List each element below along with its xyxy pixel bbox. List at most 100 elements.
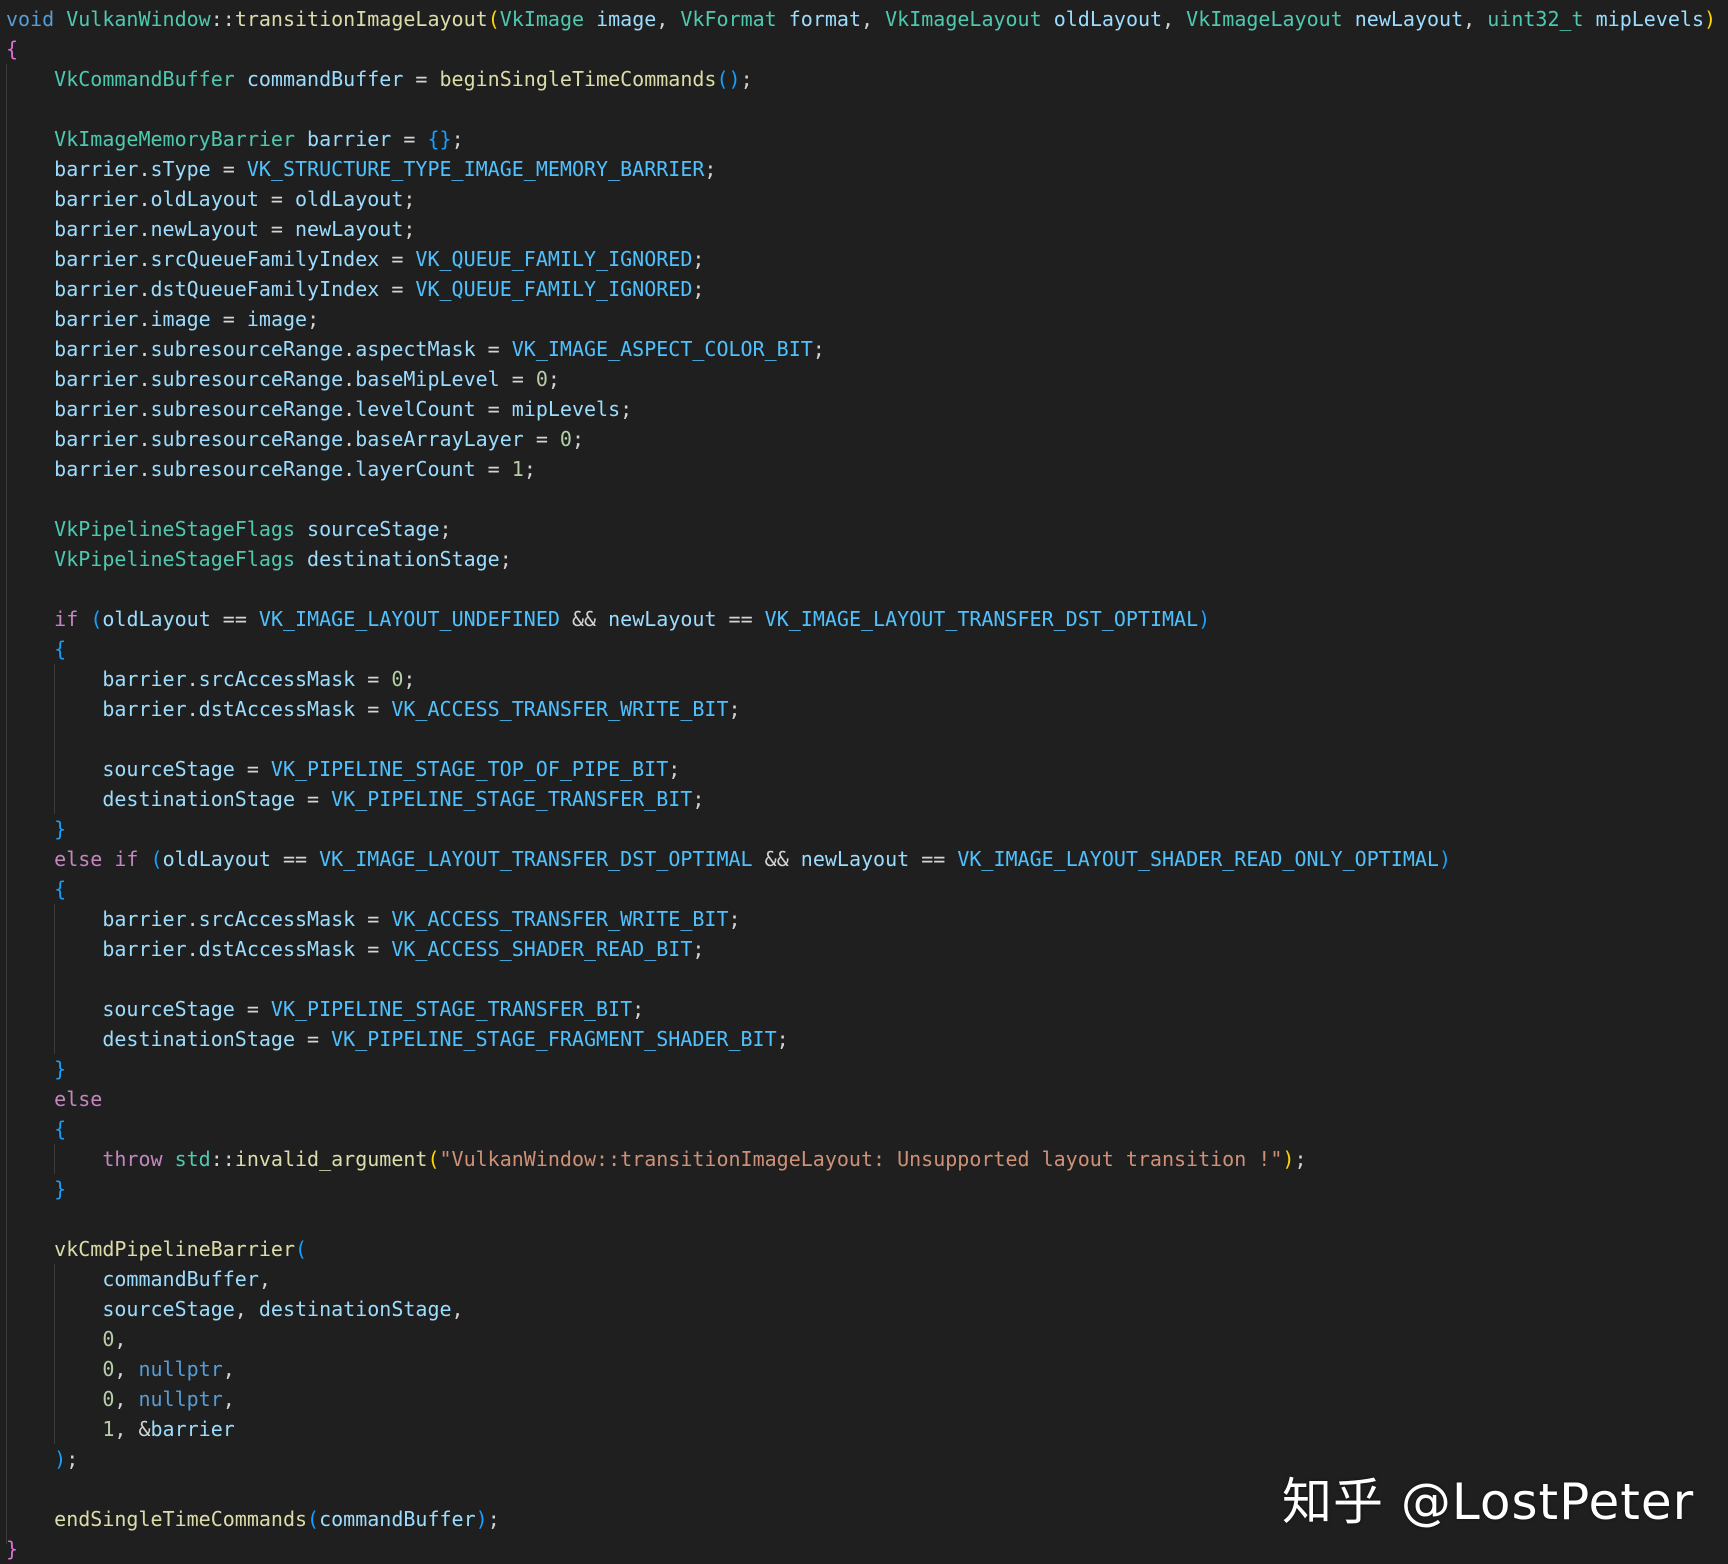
code-token: ; bbox=[548, 367, 560, 391]
code-token: ; bbox=[813, 337, 825, 361]
code-token: , bbox=[114, 1387, 138, 1411]
code-token bbox=[6, 397, 54, 421]
code-token: barrier bbox=[307, 127, 391, 151]
code-token: , bbox=[861, 7, 885, 31]
code-line: VkPipelineStageFlags destinationStage; bbox=[6, 544, 1716, 574]
code-token bbox=[6, 1297, 102, 1321]
code-line: } bbox=[6, 1174, 1716, 1204]
code-token: baseMipLevel bbox=[355, 367, 500, 391]
code-token: { bbox=[54, 637, 66, 661]
code-token: { bbox=[6, 37, 18, 61]
code-token: VK_IMAGE_LAYOUT_UNDEFINED bbox=[259, 607, 560, 631]
code-token: levelCount bbox=[355, 397, 475, 421]
code-token: , & bbox=[114, 1417, 150, 1441]
code-token: ; bbox=[692, 277, 704, 301]
code-token: ; bbox=[1294, 1147, 1306, 1171]
code-token: , bbox=[1162, 7, 1186, 31]
code-token: if bbox=[54, 607, 78, 631]
code-token bbox=[6, 1057, 54, 1081]
code-token: nullptr bbox=[138, 1357, 222, 1381]
code-line: barrier.subresourceRange.aspectMask = VK… bbox=[6, 334, 1716, 364]
code-token: ( bbox=[488, 7, 500, 31]
code-token: mipLevels bbox=[512, 397, 620, 421]
code-token bbox=[6, 757, 102, 781]
code-line: barrier.subresourceRange.layerCount = 1; bbox=[6, 454, 1716, 484]
code-token: barrier bbox=[54, 457, 138, 481]
code-token: , bbox=[114, 1357, 138, 1381]
code-line: barrier.dstAccessMask = VK_ACCESS_SHADER… bbox=[6, 934, 1716, 964]
code-token: dstAccessMask bbox=[199, 697, 356, 721]
code-token: :: bbox=[211, 7, 235, 31]
code-token: ; bbox=[452, 127, 464, 151]
code-token: subresourceRange bbox=[151, 397, 344, 421]
code-token: = bbox=[211, 157, 247, 181]
code-token: ; bbox=[440, 517, 452, 541]
code-token bbox=[6, 367, 54, 391]
code-token: commandBuffer bbox=[319, 1507, 476, 1531]
code-token bbox=[1343, 7, 1355, 31]
code-token: = bbox=[211, 307, 247, 331]
code-token: dstQueueFamilyIndex bbox=[151, 277, 380, 301]
code-token: = bbox=[355, 697, 391, 721]
code-token bbox=[584, 7, 596, 31]
code-token: barrier bbox=[54, 367, 138, 391]
code-line bbox=[6, 964, 1716, 994]
code-token: transitionImageLayout bbox=[235, 7, 488, 31]
code-line: barrier.oldLayout = oldLayout; bbox=[6, 184, 1716, 214]
code-token: barrier bbox=[54, 277, 138, 301]
code-token bbox=[6, 907, 102, 931]
code-token: oldLayout bbox=[163, 847, 271, 871]
code-token: subresourceRange bbox=[151, 457, 344, 481]
code-token: destinationStage bbox=[259, 1297, 452, 1321]
code-token: throw bbox=[102, 1147, 162, 1171]
code-token: ; bbox=[692, 247, 704, 271]
code-token bbox=[6, 1357, 102, 1381]
code-token: VK_PIPELINE_STAGE_FRAGMENT_SHADER_BIT bbox=[331, 1027, 777, 1051]
code-line: barrier.srcAccessMask = 0; bbox=[6, 664, 1716, 694]
code-token: VkPipelineStageFlags bbox=[54, 547, 295, 571]
code-token bbox=[138, 847, 150, 871]
code-token: ) bbox=[1439, 847, 1451, 871]
code-token bbox=[6, 667, 102, 691]
code-token: srcAccessMask bbox=[199, 667, 356, 691]
code-token: VK_PIPELINE_STAGE_TRANSFER_BIT bbox=[331, 787, 692, 811]
code-line: throw std::invalid_argument("VulkanWindo… bbox=[6, 1144, 1716, 1174]
code-token: dstAccessMask bbox=[199, 937, 356, 961]
code-token: beginSingleTimeCommands bbox=[440, 67, 717, 91]
code-token: ( bbox=[90, 607, 102, 631]
code-token: . bbox=[138, 277, 150, 301]
code-token bbox=[1042, 7, 1054, 31]
code-token bbox=[6, 187, 54, 211]
code-token: . bbox=[138, 157, 150, 181]
code-token: oldLayout bbox=[151, 187, 259, 211]
code-token: ; bbox=[500, 547, 512, 571]
code-token: newLayout bbox=[1355, 7, 1463, 31]
code-token: endSingleTimeCommands bbox=[54, 1507, 307, 1531]
code-token: ; bbox=[668, 757, 680, 781]
code-token: = bbox=[259, 217, 295, 241]
code-token: { bbox=[54, 877, 66, 901]
code-token: . bbox=[138, 397, 150, 421]
code-block[interactable]: void VulkanWindow::transitionImageLayout… bbox=[6, 4, 1716, 1564]
code-line: } bbox=[6, 1054, 1716, 1084]
code-token: format bbox=[789, 7, 861, 31]
code-token: VkCommandBuffer bbox=[54, 67, 235, 91]
code-token: == bbox=[909, 847, 957, 871]
code-token: = bbox=[476, 337, 512, 361]
code-token: VK_PIPELINE_STAGE_TOP_OF_PIPE_BIT bbox=[271, 757, 668, 781]
code-token bbox=[777, 7, 789, 31]
code-token: srcAccessMask bbox=[199, 907, 356, 931]
code-line: barrier.sType = VK_STRUCTURE_TYPE_IMAGE_… bbox=[6, 154, 1716, 184]
code-editor[interactable]: void VulkanWindow::transitionImageLayout… bbox=[0, 0, 1728, 1564]
code-token: () bbox=[716, 67, 740, 91]
code-token: invalid_argument bbox=[235, 1147, 428, 1171]
code-line: 0, nullptr, bbox=[6, 1384, 1716, 1414]
code-token bbox=[6, 1447, 54, 1471]
code-token bbox=[6, 427, 54, 451]
code-token bbox=[6, 637, 54, 661]
code-token: newLayout bbox=[801, 847, 909, 871]
code-line: vkCmdPipelineBarrier( bbox=[6, 1234, 1716, 1264]
code-token: barrier bbox=[102, 667, 186, 691]
code-token bbox=[6, 337, 54, 361]
code-token: sourceStage bbox=[307, 517, 439, 541]
